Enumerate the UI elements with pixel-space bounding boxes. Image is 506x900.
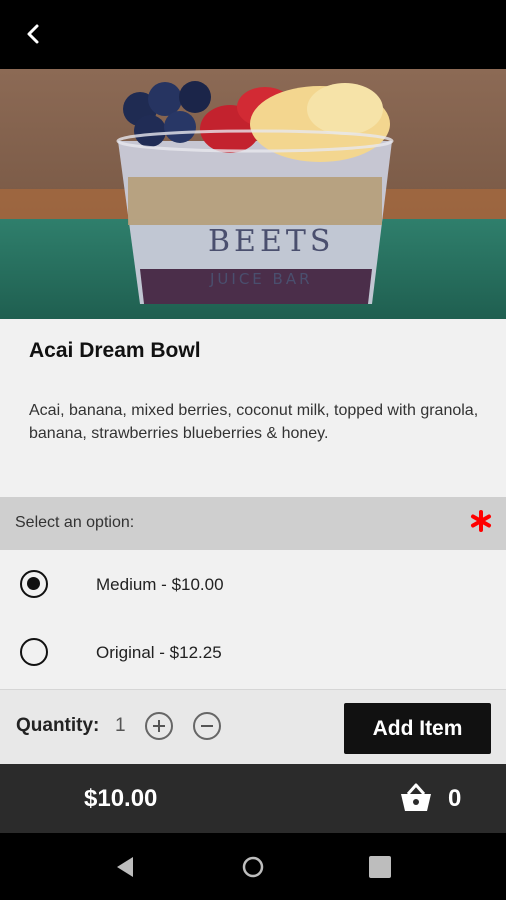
product-info: Acai Dream Bowl Acai, banana, mixed berr… bbox=[0, 319, 506, 497]
bowl-brand-text: BEETS bbox=[208, 224, 334, 259]
option-medium[interactable]: Medium - $10.00 bbox=[0, 550, 506, 616]
option-original[interactable]: Original - $12.25 bbox=[0, 616, 506, 682]
quantity-value: 1 bbox=[115, 715, 126, 736]
quantity-bar: Quantity: 1 Add Item bbox=[0, 689, 506, 764]
quantity-label: Quantity: bbox=[16, 715, 100, 736]
chevron-left-icon bbox=[27, 24, 39, 44]
top-app-bar bbox=[0, 0, 506, 69]
radio-unselected-icon[interactable] bbox=[20, 638, 48, 666]
total-bar: $10.00 0 bbox=[0, 764, 506, 833]
plus-circle-icon[interactable] bbox=[145, 712, 173, 740]
system-nav-bar bbox=[0, 833, 506, 900]
back-button[interactable] bbox=[18, 18, 50, 50]
product-image: BEETS JUICE BAR bbox=[0, 69, 506, 319]
product-title: Acai Dream Bowl bbox=[29, 339, 201, 362]
nav-back-icon[interactable] bbox=[113, 855, 137, 879]
bowl-brand-subtext: JUICE BAR bbox=[209, 270, 313, 288]
add-item-button[interactable]: Add Item bbox=[344, 703, 491, 754]
nav-home-icon[interactable] bbox=[241, 855, 265, 879]
option-list: Medium - $10.00 Original - $12.25 bbox=[0, 550, 506, 689]
nav-recents-icon[interactable] bbox=[369, 856, 391, 878]
required-asterisk-icon bbox=[471, 510, 491, 532]
total-price: $10.00 bbox=[84, 785, 158, 812]
cart-count[interactable]: 0 bbox=[448, 785, 461, 813]
minus-circle-icon[interactable] bbox=[193, 712, 221, 740]
radio-selected-icon[interactable] bbox=[20, 570, 48, 598]
option-label: Medium - $10.00 bbox=[96, 575, 224, 594]
option-label: Original - $12.25 bbox=[96, 643, 222, 662]
option-header-label: Select an option: bbox=[15, 514, 135, 531]
option-header: Select an option: bbox=[0, 497, 506, 550]
product-description: Acai, banana, mixed berries, coconut mil… bbox=[29, 402, 479, 442]
basket-icon[interactable] bbox=[398, 782, 434, 814]
